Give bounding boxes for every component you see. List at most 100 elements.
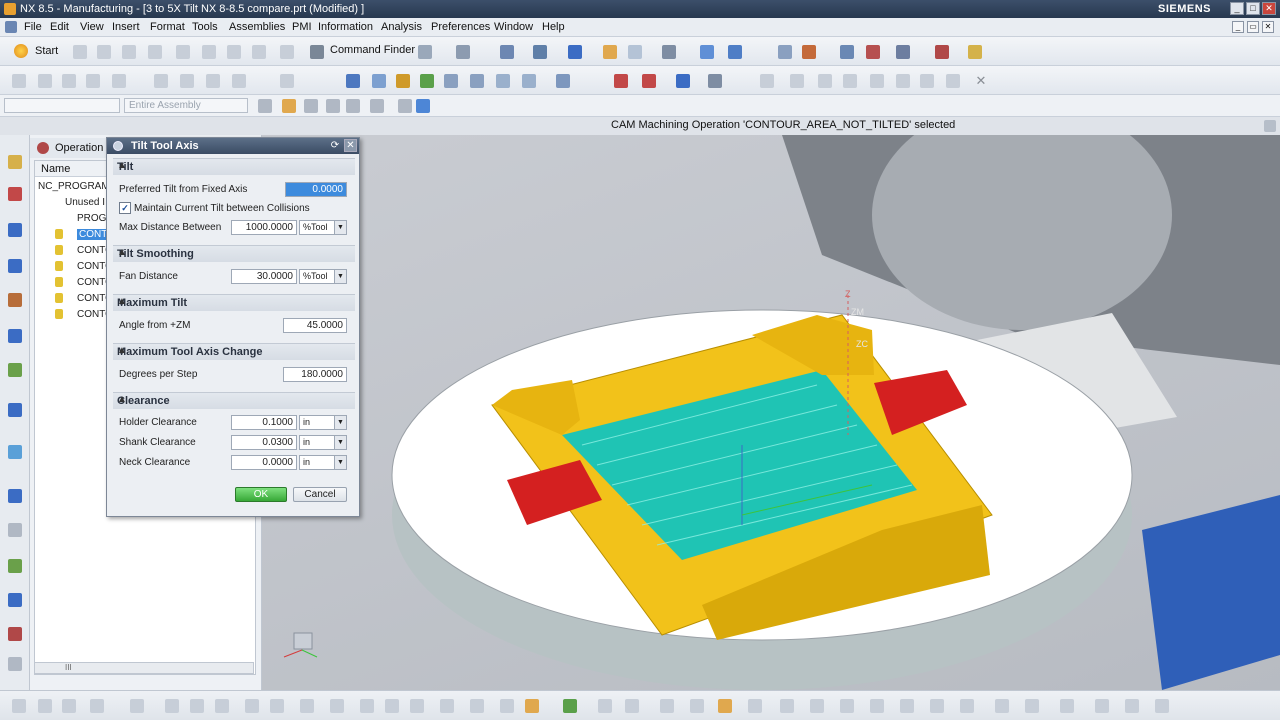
chevron-down-icon[interactable]: ▼ <box>334 436 346 449</box>
move-tool-icon[interactable] <box>642 74 656 88</box>
postprocess-icon[interactable] <box>444 74 458 88</box>
open-icon[interactable] <box>97 45 111 59</box>
doc-close-icon[interactable]: ✕ <box>1262 21 1274 33</box>
tree-row-unused[interactable]: Unused I <box>65 197 105 208</box>
object-icon-8[interactable] <box>946 74 960 88</box>
resource-tab-palette-icon[interactable] <box>8 363 22 377</box>
selection-option-icon-8[interactable] <box>416 99 430 113</box>
save-icon[interactable] <box>122 45 136 59</box>
resource-tab-viz-icon[interactable] <box>8 627 22 641</box>
object-icon-6[interactable] <box>896 74 910 88</box>
bottom-tool-icon-11[interactable] <box>300 699 314 713</box>
type-filter-dropdown[interactable] <box>4 98 120 113</box>
revolve-icon[interactable] <box>62 74 76 88</box>
output-icon[interactable] <box>522 74 536 88</box>
bottom-tool-icon-30[interactable] <box>870 699 884 713</box>
shank-clearance-input[interactable]: 0.0300 <box>231 435 297 450</box>
column-name[interactable]: Name <box>41 163 70 175</box>
degrees-per-step-input[interactable]: 180.0000 <box>283 367 347 382</box>
resource-tab-part-icon[interactable] <box>8 259 22 273</box>
render-style-icon[interactable] <box>568 45 582 59</box>
resource-tab-history-icon[interactable] <box>8 445 22 459</box>
doc-minimize-icon[interactable]: _ <box>1232 21 1244 33</box>
bottom-tool-icon-33[interactable] <box>960 699 974 713</box>
bottom-tool-icon-6[interactable] <box>165 699 179 713</box>
bottom-tool-icon-20[interactable] <box>563 699 577 713</box>
bottom-tool-icon-28[interactable] <box>810 699 824 713</box>
section-clearance[interactable]: Clearance ▲ <box>113 392 355 409</box>
bottom-tool-icon-29[interactable] <box>840 699 854 713</box>
selection-option-icon-5[interactable] <box>346 99 360 113</box>
bottom-tool-icon-36[interactable] <box>1060 699 1074 713</box>
paste-icon[interactable] <box>227 45 241 59</box>
minimize-icon[interactable]: _ <box>1230 2 1244 15</box>
holder-clearance-input[interactable]: 0.1000 <box>231 415 297 430</box>
chevron-down-icon[interactable]: ▼ <box>334 456 346 469</box>
menu-file[interactable]: File <box>24 21 42 33</box>
collapse-icon[interactable]: ▲ <box>117 296 351 307</box>
hole-icon[interactable] <box>86 74 100 88</box>
program-order-view-icon[interactable] <box>154 74 168 88</box>
selection-option-icon-6[interactable] <box>370 99 384 113</box>
bottom-tool-icon-21[interactable] <box>598 699 612 713</box>
menu-tools[interactable]: Tools <box>192 21 218 33</box>
chevron-down-icon[interactable]: ▼ <box>334 416 346 429</box>
ok-button[interactable]: OK <box>235 487 287 502</box>
selection-option-icon-2[interactable] <box>282 99 296 113</box>
resource-tab-layer-icon[interactable] <box>8 657 22 671</box>
menu-analysis[interactable]: Analysis <box>381 21 422 33</box>
maintain-tilt-checkbox[interactable]: ✓ <box>119 202 131 214</box>
verify-icon[interactable] <box>420 74 434 88</box>
collapse-icon[interactable]: ▲ <box>117 345 351 356</box>
preferred-tilt-input[interactable]: 0.0000 <box>285 182 347 197</box>
bottom-tool-icon-38[interactable] <box>1125 699 1139 713</box>
section-maximum-tilt[interactable]: Maximum Tilt ▲ <box>113 294 355 311</box>
menu-edit[interactable]: Edit <box>50 21 69 33</box>
resource-tab-operation-icon[interactable] <box>8 187 22 201</box>
close-window-icon[interactable]: ✕ <box>1262 2 1276 15</box>
engage-icon[interactable] <box>676 74 690 88</box>
collapse-icon[interactable]: ▲ <box>117 394 351 405</box>
selection-option-icon-3[interactable] <box>304 99 318 113</box>
horizontal-scrollbar[interactable]: III <box>34 662 254 674</box>
chevron-down-icon[interactable]: ▼ <box>334 221 346 234</box>
machine-tool-view-icon[interactable] <box>180 74 194 88</box>
bottom-tool-icon-14[interactable] <box>385 699 399 713</box>
fan-distance-input[interactable]: 30.0000 <box>231 269 297 284</box>
object-icon-1[interactable] <box>760 74 774 88</box>
bottom-tool-icon-15[interactable] <box>410 699 424 713</box>
bottom-tool-icon-24[interactable] <box>690 699 704 713</box>
reset-icon[interactable]: ⟳ <box>329 140 341 152</box>
status-option-icon[interactable] <box>1264 120 1276 132</box>
neck-clearance-input[interactable]: 0.0000 <box>231 455 297 470</box>
create-tool-icon[interactable] <box>802 45 816 59</box>
selection-scope-dropdown[interactable]: Entire Assembly <box>124 98 248 113</box>
bottom-tool-icon-16[interactable] <box>440 699 454 713</box>
maximize-icon[interactable]: □ <box>1246 2 1260 15</box>
edit-object-icon[interactable] <box>603 45 617 59</box>
bottom-tool-icon-9[interactable] <box>245 699 259 713</box>
bottom-tool-icon-3[interactable] <box>62 699 76 713</box>
neck-unit-select[interactable]: in ▼ <box>299 455 347 470</box>
sketch-icon[interactable] <box>12 74 26 88</box>
fit-icon[interactable] <box>500 45 514 59</box>
menu-insert[interactable]: Insert <box>112 21 140 33</box>
pin-icon[interactable] <box>37 142 49 154</box>
cancel-button[interactable]: Cancel <box>293 487 347 502</box>
transform-icon[interactable] <box>556 74 570 88</box>
bottom-tool-icon-19[interactable] <box>525 699 539 713</box>
bottom-tool-icon-4[interactable] <box>90 699 104 713</box>
create-method-icon[interactable] <box>866 45 880 59</box>
method-view-icon[interactable] <box>232 74 246 88</box>
start-icon[interactable] <box>14 44 28 58</box>
print-icon[interactable] <box>148 45 162 59</box>
menu-format[interactable]: Format <box>150 21 185 33</box>
bottom-tool-icon-12[interactable] <box>330 699 344 713</box>
selection-arrow-icon[interactable] <box>418 45 432 59</box>
csys-icon[interactable] <box>728 45 742 59</box>
bottom-tool-icon-26[interactable] <box>748 699 762 713</box>
bottom-tool-icon-17[interactable] <box>470 699 484 713</box>
bottom-tool-icon-5[interactable] <box>130 699 144 713</box>
resource-tab-tools-icon[interactable] <box>8 559 22 573</box>
max-distance-input[interactable]: 1000.0000 <box>231 220 297 235</box>
